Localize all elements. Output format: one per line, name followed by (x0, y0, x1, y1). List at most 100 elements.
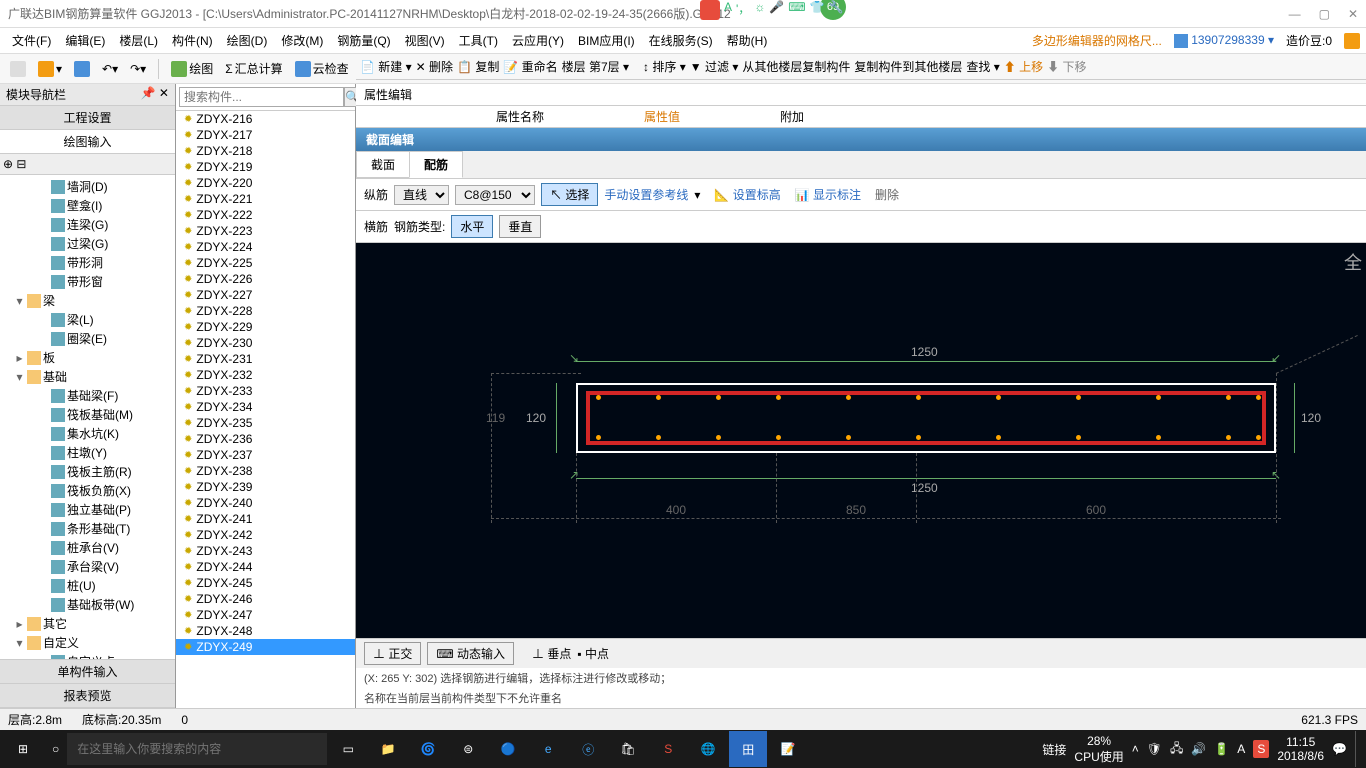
tree-node[interactable]: 自定义点 (2, 652, 173, 659)
cortana-search[interactable] (67, 733, 327, 765)
component-item[interactable]: ✹ZDYX-220 (176, 175, 355, 191)
mid-snap[interactable]: 中点 (585, 647, 609, 661)
component-item[interactable]: ✹ZDYX-237 (176, 447, 355, 463)
ie-icon[interactable]: ⓔ (569, 731, 607, 767)
tree-node[interactable]: 筏板基础(M) (2, 405, 173, 424)
component-item[interactable]: ✹ZDYX-217 (176, 127, 355, 143)
app7-icon[interactable]: 📝 (769, 731, 807, 767)
close-button[interactable]: ✕ (1348, 7, 1358, 21)
start-button[interactable]: ⊞ (4, 731, 42, 767)
component-item[interactable]: ✹ZDYX-224 (176, 239, 355, 255)
app3-icon[interactable]: ⊜ (449, 731, 487, 767)
tree-node[interactable]: 墙洞(D) (2, 177, 173, 196)
tab-report-preview[interactable]: 报表预览 (0, 684, 175, 708)
floor-select[interactable]: 楼层 第7层 ▾ (562, 58, 629, 75)
tab-draw-input[interactable]: 绘图输入 (0, 130, 175, 154)
minimize-button[interactable]: — (1289, 7, 1301, 21)
vert-button[interactable]: 垂直 (499, 215, 541, 238)
ime-skin-icon[interactable]: 👕 (810, 0, 825, 20)
ime-sun-icon[interactable]: ☼ (754, 0, 765, 20)
tray-up-icon[interactable]: ˄ (1132, 742, 1139, 756)
component-list[interactable]: ✹ZDYX-216✹ZDYX-217✹ZDYX-218✹ZDYX-219✹ZDY… (176, 111, 355, 708)
tree-node[interactable]: ▾自定义 (2, 633, 173, 652)
component-item[interactable]: ✹ZDYX-240 (176, 495, 355, 511)
tray-ime-a[interactable]: A (1237, 742, 1245, 756)
notice-text[interactable]: 多边形编辑器的网格尺... (1032, 32, 1162, 49)
section-canvas[interactable]: 全 ↘ ↙ 1250 ↗ ↖ 1250 120 119 120 (356, 243, 1366, 638)
tree-node[interactable]: 基础板带(W) (2, 595, 173, 614)
dim-left[interactable]: 120 (526, 411, 546, 425)
coin-icon[interactable] (1344, 33, 1360, 49)
component-item[interactable]: ✹ZDYX-228 (176, 303, 355, 319)
horiz-button[interactable]: 水平 (451, 215, 493, 238)
set-elev-link[interactable]: 📐 设置标高 (714, 186, 780, 203)
expand-icon[interactable]: ⊕ (3, 157, 13, 171)
menu-cloud[interactable]: 云应用(Y) (506, 30, 570, 51)
menu-view[interactable]: 视图(V) (399, 30, 451, 51)
menu-file[interactable]: 文件(F) (6, 30, 57, 51)
tree-node[interactable]: ▾梁 (2, 291, 173, 310)
ime-a-icon[interactable]: A (724, 0, 732, 20)
tree-node[interactable]: 壁龛(I) (2, 196, 173, 215)
tab-rebar[interactable]: 配筋 (409, 151, 463, 178)
show-dim-link[interactable]: 📊 显示标注 (795, 186, 861, 203)
component-item[interactable]: ✹ZDYX-218 (176, 143, 355, 159)
component-item[interactable]: ✹ZDYX-239 (176, 479, 355, 495)
filter-button[interactable]: ▼ 过滤 ▾ (690, 58, 739, 75)
tree-node[interactable]: ▸其它 (2, 614, 173, 633)
search-input[interactable] (179, 87, 344, 107)
ortho-button[interactable]: ⊥ 正交 (364, 642, 421, 665)
component-item[interactable]: ✹ZDYX-248 (176, 623, 355, 639)
component-item[interactable]: ✹ZDYX-223 (176, 223, 355, 239)
app2-icon[interactable]: 🌀 (409, 731, 447, 767)
edge-icon[interactable]: e (529, 731, 567, 767)
component-item[interactable]: ✹ZDYX-225 (176, 255, 355, 271)
menu-draw[interactable]: 绘图(D) (221, 30, 274, 51)
component-tree[interactable]: 墙洞(D)壁龛(I)连梁(G)过梁(G)带形洞带形窗▾梁梁(L)圈梁(E)▸板▾… (0, 175, 175, 659)
tray-vol-icon[interactable]: 🔊 (1191, 742, 1206, 756)
select-mode-button[interactable]: ↖ 选择 (541, 183, 598, 206)
cloud-check-button[interactable]: 云检查 (291, 58, 353, 79)
component-item[interactable]: ✹ZDYX-231 (176, 351, 355, 367)
tray-net-icon[interactable]: 🖧 (1170, 739, 1183, 760)
component-item[interactable]: ✹ZDYX-238 (176, 463, 355, 479)
rebar-spec-select[interactable]: C8@150 (455, 185, 535, 205)
collapse-icon[interactable]: ⊟ (16, 157, 26, 171)
tree-node[interactable]: 带形洞 (2, 253, 173, 272)
tray-link[interactable]: 链接 (1042, 741, 1066, 758)
undo-button[interactable]: ↶▾ (98, 60, 122, 78)
user-id[interactable]: 13907298339 ▾ (1174, 33, 1274, 48)
component-item[interactable]: ✹ZDYX-229 (176, 319, 355, 335)
component-item[interactable]: ✹ZDYX-216 (176, 111, 355, 127)
tree-node[interactable]: 筏板负筋(X) (2, 481, 173, 500)
component-item[interactable]: ✹ZDYX-235 (176, 415, 355, 431)
tree-node[interactable]: 连梁(G) (2, 215, 173, 234)
component-item[interactable]: ✹ZDYX-230 (176, 335, 355, 351)
show-desktop[interactable] (1355, 731, 1362, 767)
component-item[interactable]: ✹ZDYX-234 (176, 399, 355, 415)
rebar-stirrup[interactable] (586, 391, 1266, 445)
delete-rebar-link[interactable]: 删除 (875, 186, 899, 203)
delete-button[interactable]: ✕ 删除 (416, 58, 453, 75)
sogou-icon[interactable] (700, 0, 720, 20)
app5-icon[interactable]: 🌐 (689, 731, 727, 767)
tray-notif-icon[interactable]: 💬 (1332, 742, 1347, 756)
dim-bottom[interactable]: 1250 (911, 481, 938, 495)
ime-punct-icon[interactable]: '， (736, 0, 750, 20)
app4-icon[interactable]: 🔵 (489, 731, 527, 767)
ime-tool-icon[interactable]: 🔧 (829, 0, 844, 20)
dim-top[interactable]: 1250 (911, 345, 938, 359)
sum-button[interactable]: Σ 汇总计算 (221, 58, 286, 79)
component-item[interactable]: ✹ZDYX-233 (176, 383, 355, 399)
tray-batt-icon[interactable]: 🔋 (1214, 742, 1229, 756)
component-item[interactable]: ✹ZDYX-243 (176, 543, 355, 559)
component-item[interactable]: ✹ZDYX-246 (176, 591, 355, 607)
tree-node[interactable]: 柱墩(Y) (2, 443, 173, 462)
tree-node[interactable]: 集水坑(K) (2, 424, 173, 443)
component-item[interactable]: ✹ZDYX-219 (176, 159, 355, 175)
component-item[interactable]: ✹ZDYX-232 (176, 367, 355, 383)
menu-modify[interactable]: 修改(M) (275, 30, 329, 51)
perp-snap[interactable]: 垂点 (547, 647, 571, 661)
tree-node[interactable]: 桩承台(V) (2, 538, 173, 557)
tree-node[interactable]: 过梁(G) (2, 234, 173, 253)
